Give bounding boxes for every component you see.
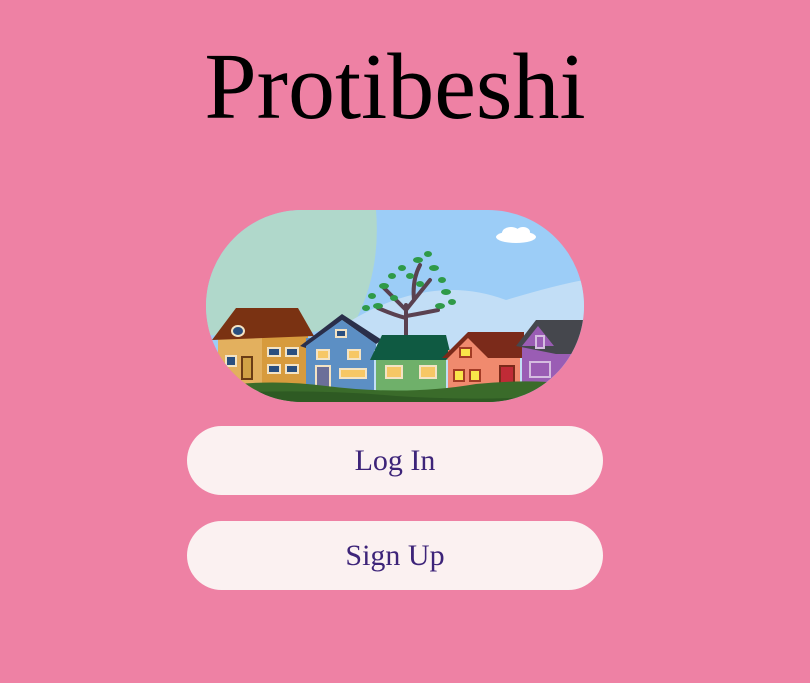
signup-button[interactable]: Sign Up <box>187 521 603 590</box>
house-icon <box>370 335 452 393</box>
hero-image <box>206 210 584 402</box>
house-icon <box>212 308 314 390</box>
app-title: Protibeshi <box>204 35 586 139</box>
login-button[interactable]: Log In <box>187 426 603 495</box>
